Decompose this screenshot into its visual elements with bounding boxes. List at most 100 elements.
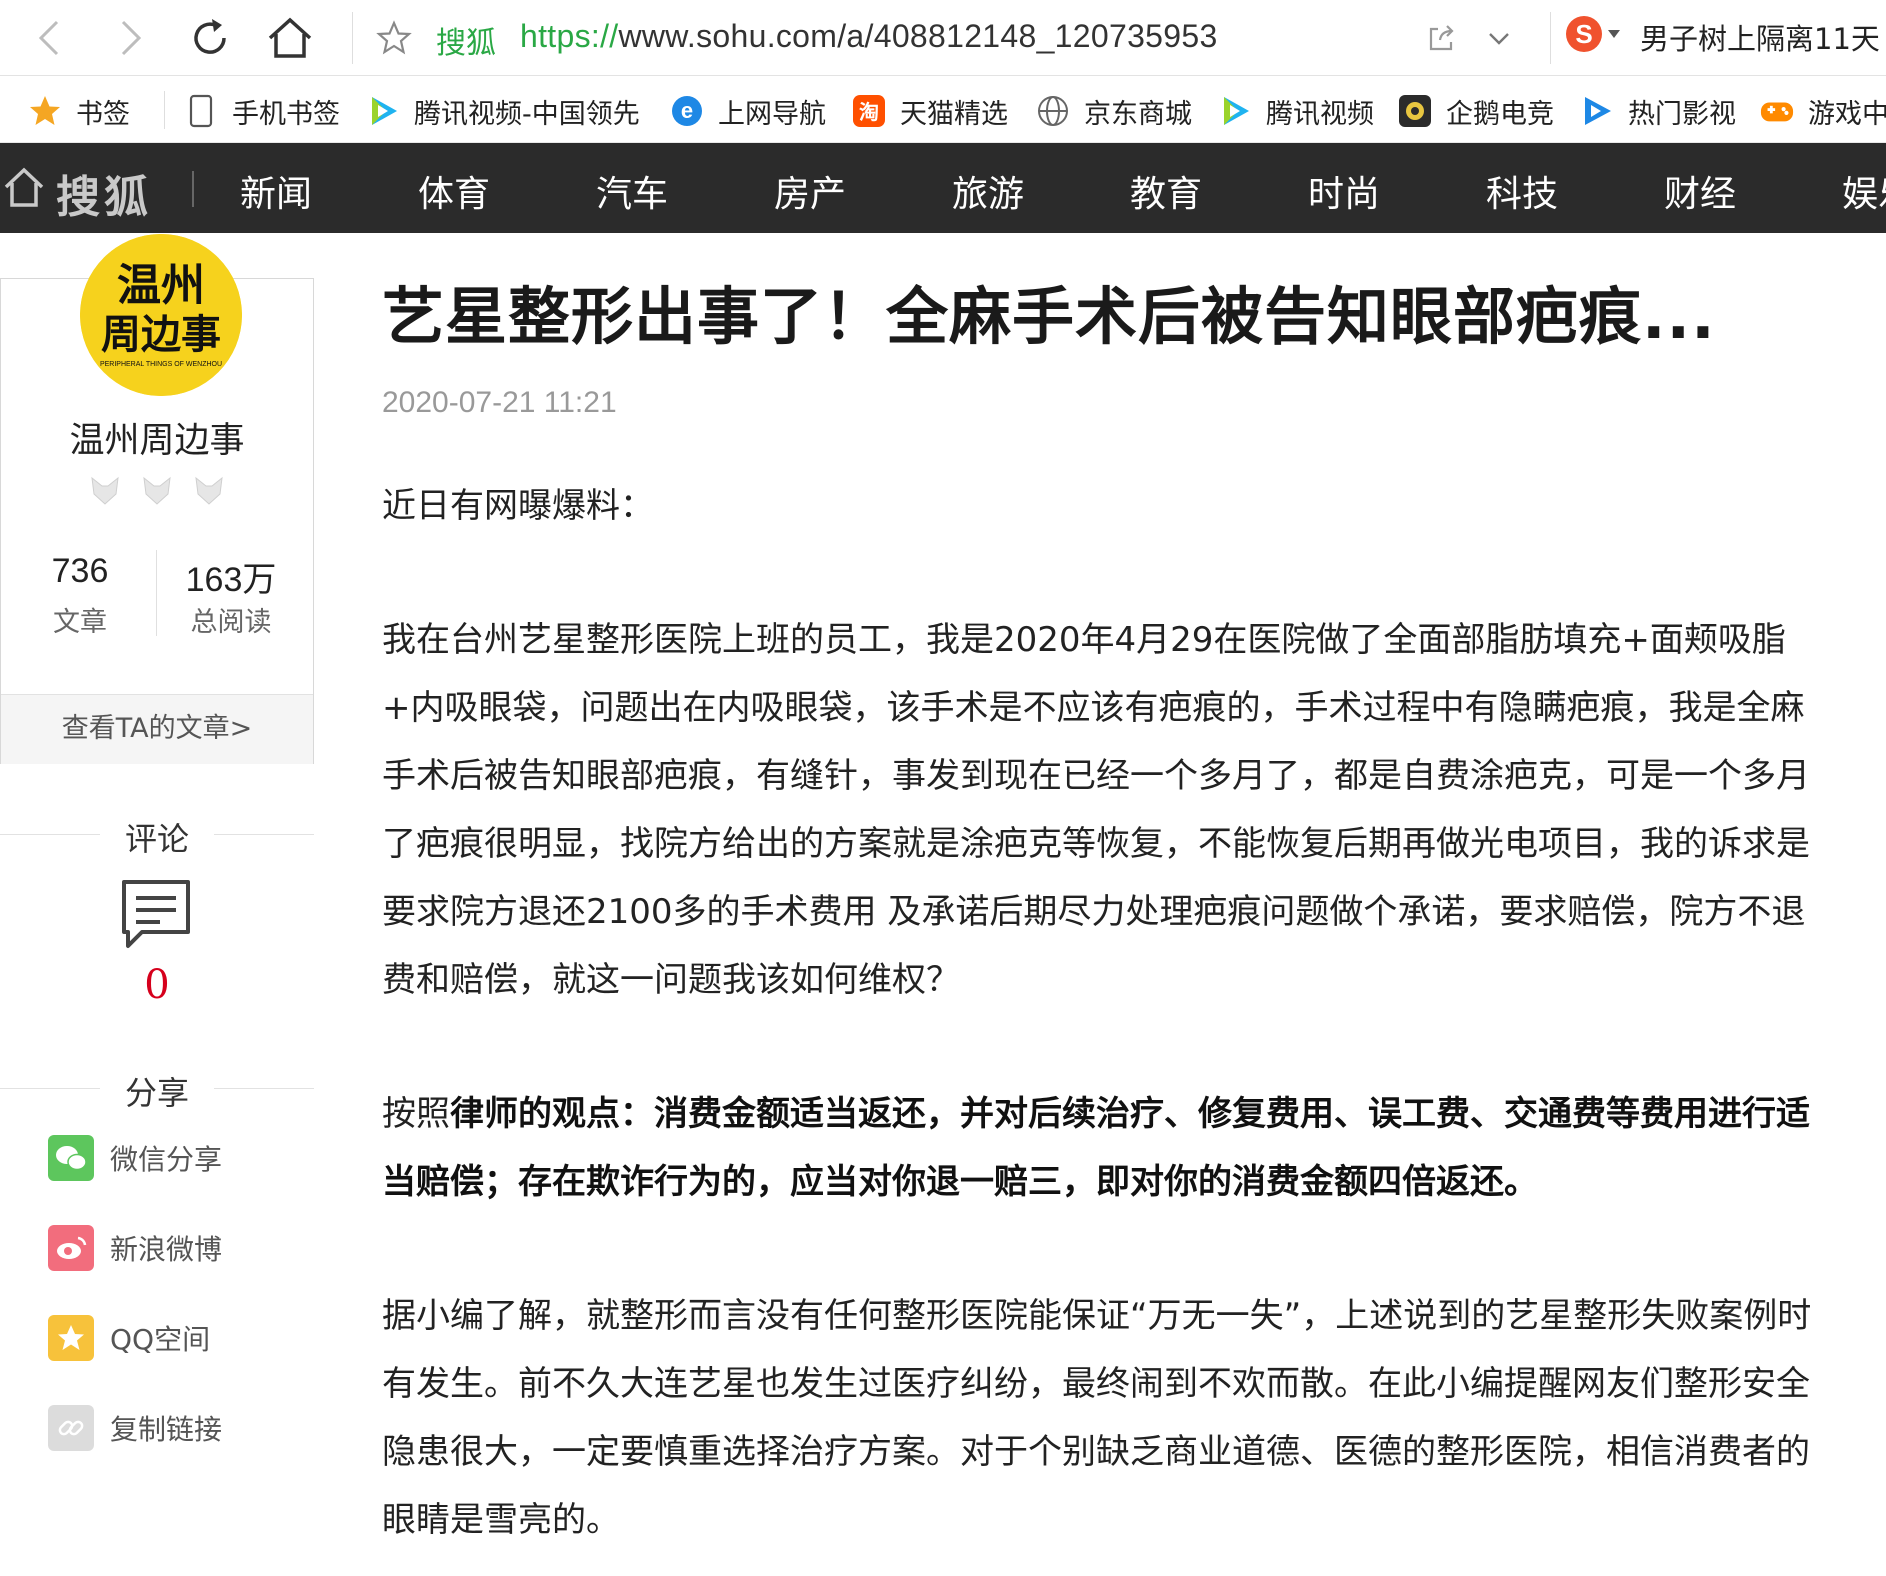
articles-count: 736 [51,552,109,590]
share-label: 新浪微博 [110,1233,223,1266]
reload-icon [194,19,226,54]
nav-divider [192,171,194,207]
url-text[interactable]: https://www.sohu.com/a/408812148_1207359… [520,18,1218,55]
url-path: www.sohu.com/a/408812148_120735953 [618,18,1218,54]
avatar-line1: 温州 [117,260,205,311]
bookmark-label: 企鹅电竞 [1446,98,1554,130]
article-paragraph: 按照律师的观点：消费金额适当返还，并对后续治疗、修复费用、误工费、交通费等费用进… [382,1080,1832,1216]
toolbar-divider [1550,12,1551,64]
reload-button[interactable] [184,12,236,64]
bookmark-label: 热门影视 [1628,98,1736,130]
reads-count: 163万 [185,561,277,599]
lawyer-opinion: 律师的观点：消费金额适当返还，并对后续治疗、修复费用、误工费、交通费等费用进行适… [382,1094,1810,1202]
back-arrow-icon [38,20,59,56]
bookmark-item[interactable]: 企鹅电竞 [1398,91,1554,131]
bookmark-item[interactable]: 腾讯视频-中国领先 [366,91,642,131]
nav-item[interactable]: 财经 [1664,165,1736,217]
site-nav: 搜狐 新闻 体育 汽车 房产 旅游 教育 时尚 科技 财经 娱乐 [0,143,1886,233]
article-paragraph: 据小编了解，就整形而言没有任何整形医院能保证“万无一失”，上述说到的艺星整形失败… [382,1296,1812,1540]
bookmark-item[interactable]: e 上网导航 [670,91,826,131]
phone-icon [184,94,218,128]
bookmark-item[interactable]: 淘 天猫精选 [852,91,1008,131]
bookmark-label: 书签 [76,98,130,130]
site-logo[interactable]: 搜狐 [56,161,152,225]
bookmark-label: 游戏中 [1808,98,1886,130]
fox-badge-icon [143,476,171,505]
nav-item[interactable]: 时尚 [1308,165,1380,217]
share-label: QQ空间 [110,1323,211,1356]
globe-icon [1036,94,1070,128]
forward-arrow-icon [121,20,142,56]
paragraph-prefix: 按照 [382,1094,450,1134]
fox-badge-icon [91,476,119,505]
nav-item[interactable]: 娱乐 [1842,165,1886,217]
ie-icon: e [670,94,704,128]
bookmark-star-icon[interactable] [376,20,412,56]
share-label: 复制链接 [110,1413,223,1446]
comment-icon[interactable] [120,878,192,950]
penguin-esports-icon [1398,94,1432,128]
bookmark-item[interactable]: 手机书签 [184,91,340,131]
svg-text:淘: 淘 [859,100,879,124]
article-title: 艺星整形出事了！全麻手术后被告知眼部疤痕... [382,280,1716,353]
tencent-video-icon [1218,94,1252,128]
nav-item[interactable]: 体育 [418,165,490,217]
nav-item[interactable]: 新闻 [240,165,312,217]
home-icon [268,17,312,58]
share-weibo[interactable]: 新浪微博 [48,1224,222,1272]
avatar[interactable]: 温州 周边事 PERIPHERAL THINGS OF WENZHOU [80,234,242,396]
share-title: 分享 [124,1074,189,1112]
nav-item[interactable]: 旅游 [952,165,1024,217]
view-articles-link[interactable]: 查看TA的文章> [1,694,313,764]
gamepad-icon [1760,94,1794,128]
copy-link[interactable]: 复制链接 [48,1404,222,1452]
link-icon [48,1405,94,1451]
comment-count[interactable]: 0 [0,962,314,1008]
caret-down-icon [1608,30,1620,38]
tencent-video-icon [366,94,400,128]
chevron-down-icon[interactable] [1486,26,1512,52]
bookmark-label: 腾讯视频 [1266,98,1374,130]
article-paragraph: 我在台州艺星整形医院上班的员工，我是2020年4月29在医院做了全面部脂肪填充+… [382,620,1810,1000]
bookmark-label: 京东商城 [1084,98,1192,130]
bookmark-item[interactable]: 热门影视 [1580,91,1736,131]
articles-label: 文章 [53,607,107,638]
bookmark-item[interactable]: 游戏中 [1760,91,1886,131]
home-icon[interactable] [4,165,44,209]
share-label: 微信分享 [110,1143,223,1176]
search-engine-selector[interactable]: S [1566,16,1620,52]
author-name[interactable]: 温州周边事 [0,412,314,463]
author-rating [88,474,226,508]
share-wechat[interactable]: 微信分享 [48,1134,222,1182]
nav-item[interactable]: 汽车 [596,165,668,217]
weibo-icon [48,1225,94,1271]
fox-badge-icon [195,476,223,505]
nav-item[interactable]: 科技 [1486,165,1558,217]
avatar-line2: 周边事 [101,312,221,358]
publish-time: 2020-07-21 11:21 [382,386,617,419]
address-bar[interactable]: 搜狐 https://www.sohu.com/a/408812148_1207… [358,10,1548,66]
nav-item[interactable]: 教育 [1130,165,1202,217]
tmall-icon: 淘 [852,94,886,128]
bookmark-label: 腾讯视频-中国领先 [414,98,640,130]
avatar-subtext: PERIPHERAL THINGS OF WENZHOU [100,361,222,368]
bookmark-item[interactable]: 腾讯视频 [1218,91,1374,131]
article-intro: 近日有网曝爆料： [382,486,654,526]
nav-item[interactable]: 房产 [774,165,846,217]
bookmark-item[interactable]: 京东商城 [1036,91,1192,131]
share-qzone[interactable]: QQ空间 [48,1314,210,1362]
home-button[interactable] [264,12,316,64]
bookmark-item[interactable]: 书签 [28,91,130,131]
reads-label: 总阅读 [190,607,272,638]
forward-button[interactable] [104,12,156,64]
share-page-icon[interactable] [1426,24,1456,54]
bookmark-label: 手机书签 [232,98,340,130]
search-input[interactable]: 男子树上隔离11天 [1640,16,1880,58]
play-icon [1580,94,1614,128]
browser-toolbar: 搜狐 https://www.sohu.com/a/408812148_1207… [0,0,1886,76]
bookmark-divider [164,91,165,129]
back-button[interactable] [24,12,76,64]
bookmark-label: 上网导航 [718,98,826,130]
bookmarks-bar: 书签 手机书签 腾讯视频-中国领先 e 上网导航 淘 天猫精选 京东商城 腾讯视… [0,77,1886,143]
comments-title: 评论 [124,820,189,858]
